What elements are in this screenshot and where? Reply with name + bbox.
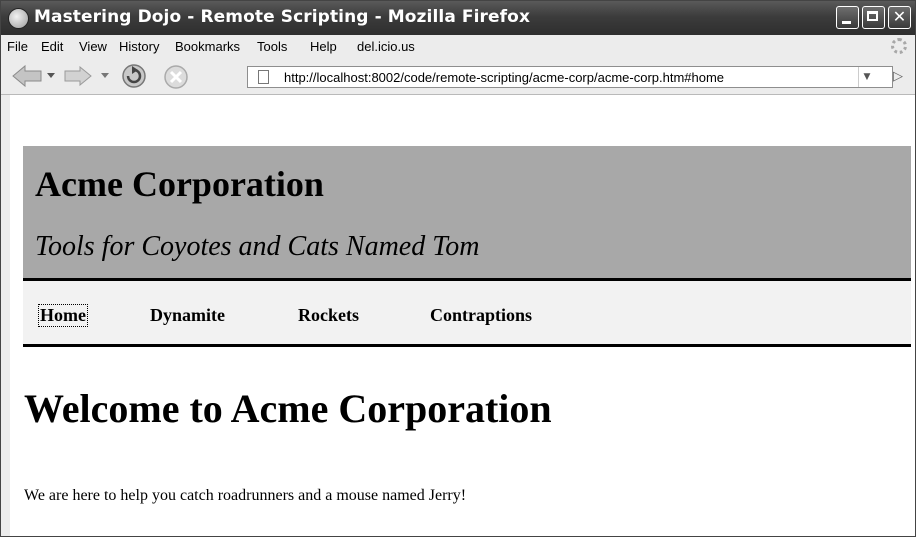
browser-window: Mastering Dojo - Remote Scripting - Mozi… [0,0,916,537]
menu-help[interactable]: Help [310,39,337,54]
back-dropdown-icon[interactable] [47,73,55,79]
nav-link-home[interactable]: Home [38,304,88,327]
menu-bookmarks[interactable]: Bookmarks [175,39,240,54]
forward-dropdown-icon[interactable] [101,73,109,79]
menu-file[interactable]: File [7,39,28,54]
menu-delicious[interactable]: del.icio.us [357,39,415,54]
page-content: Acme Corporation Tools for Coyotes and C… [10,95,915,536]
site-banner: Acme Corporation Tools for Coyotes and C… [23,146,911,281]
forward-arrow-icon[interactable] [63,66,93,86]
menu-bar: File Edit View History Bookmarks Tools H… [1,35,915,58]
menu-edit[interactable]: Edit [41,39,63,54]
navigation-toolbar: http://localhost:8002/code/remote-script… [1,58,915,95]
page-body-text: We are here to help you catch roadrunner… [24,487,467,504]
url-dropdown-icon[interactable]: ▼ [858,67,875,87]
title-bar[interactable]: Mastering Dojo - Remote Scripting - Mozi… [1,1,915,35]
stop-icon[interactable] [163,64,189,90]
menu-view[interactable]: View [79,39,107,54]
nav-link-rockets[interactable]: Rockets [298,305,359,326]
firefox-icon [8,8,29,29]
reload-icon[interactable] [119,62,149,90]
menu-tools[interactable]: Tools [257,39,287,54]
window-title: Mastering Dojo - Remote Scripting - Mozi… [34,7,531,27]
nav-link-contraptions[interactable]: Contraptions [430,305,532,326]
page-heading: Welcome to Acme Corporation [24,386,552,431]
site-tagline: Tools for Coyotes and Cats Named Tom [35,231,480,262]
close-button[interactable]: ✕ [888,6,911,29]
minimize-button[interactable] [836,6,859,29]
maximize-button[interactable] [862,6,885,29]
go-arrow-icon[interactable]: ▷ [893,69,903,84]
throbber-icon [891,38,907,54]
site-title: Acme Corporation [35,164,324,204]
menu-history[interactable]: History [119,39,159,54]
url-text[interactable]: http://localhost:8002/code/remote-script… [284,70,724,85]
nav-link-dynamite[interactable]: Dynamite [150,305,225,326]
url-bar[interactable]: http://localhost:8002/code/remote-script… [247,66,893,88]
site-nav: Home Dynamite Rockets Contraptions [23,281,911,347]
back-arrow-icon[interactable] [11,64,43,88]
page-icon [258,70,269,84]
